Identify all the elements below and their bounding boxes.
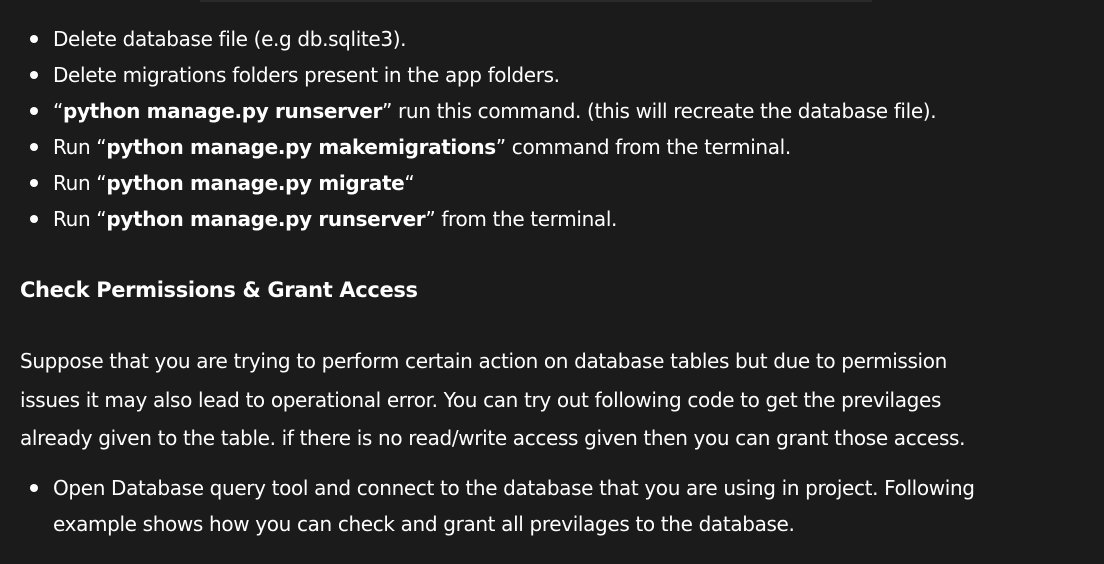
step-command: python manage.py makemigrations bbox=[106, 135, 496, 159]
bullet-icon bbox=[30, 179, 38, 187]
step-text-before: “ bbox=[53, 99, 64, 123]
body-paragraph: Suppose that you are trying to perform c… bbox=[20, 342, 1090, 458]
bullet-icon bbox=[30, 71, 38, 79]
step-text-before: Run “ bbox=[53, 207, 107, 231]
bullet-icon bbox=[30, 107, 38, 115]
step-text-after: Delete database file (e.g db.sqlite3). bbox=[53, 27, 407, 51]
section-heading: Check Permissions & Grant Access bbox=[20, 278, 418, 302]
list-item: Open Database query tool and connect to … bbox=[20, 470, 1090, 542]
step-command: python manage.py runserver bbox=[63, 99, 383, 123]
list-item: Run “python manage.py runserver” from th… bbox=[20, 201, 1090, 237]
step-text-after: “ bbox=[404, 171, 415, 195]
list-item: Run “python manage.py makemigrations” co… bbox=[20, 129, 1090, 165]
tool-list: Open Database query tool and connect to … bbox=[20, 470, 1090, 542]
step-text-after: ” run this command. (this will recreate … bbox=[382, 99, 937, 123]
paragraph-line: issues it may also lead to operational e… bbox=[20, 387, 942, 412]
paragraph-line: Suppose that you are trying to perform c… bbox=[20, 349, 947, 373]
list-item: Delete database file (e.g db.sqlite3). bbox=[20, 21, 1090, 57]
step-text-after: ” command from the terminal. bbox=[495, 135, 791, 159]
step-command: python manage.py migrate bbox=[106, 171, 405, 195]
bullet-icon bbox=[30, 143, 38, 151]
step-command: python manage.py runserver bbox=[106, 207, 426, 231]
paragraph-line: already given to the table. if there is … bbox=[20, 426, 966, 450]
list-item-line: example shows how you can check and gran… bbox=[53, 511, 795, 536]
step-text-after: Delete migrations folders present in the… bbox=[53, 63, 560, 87]
list-item: Delete migrations folders present in the… bbox=[20, 57, 1090, 93]
article-content: Delete database file (e.g db.sqlite3). D… bbox=[20, 0, 1090, 542]
step-text-before: Run “ bbox=[53, 135, 107, 159]
steps-list: Delete database file (e.g db.sqlite3). D… bbox=[20, 21, 1090, 237]
step-text-before: Run “ bbox=[53, 171, 107, 195]
bullet-icon bbox=[30, 483, 38, 492]
list-item-line: Open Database query tool and connect to … bbox=[53, 475, 975, 500]
bullet-icon bbox=[30, 215, 38, 223]
list-item: Run “python manage.py migrate“ bbox=[20, 165, 1090, 201]
bullet-icon bbox=[30, 35, 38, 43]
step-text-after: ” from the terminal. bbox=[425, 207, 618, 231]
list-item: “python manage.py runserver” run this co… bbox=[20, 93, 1090, 129]
